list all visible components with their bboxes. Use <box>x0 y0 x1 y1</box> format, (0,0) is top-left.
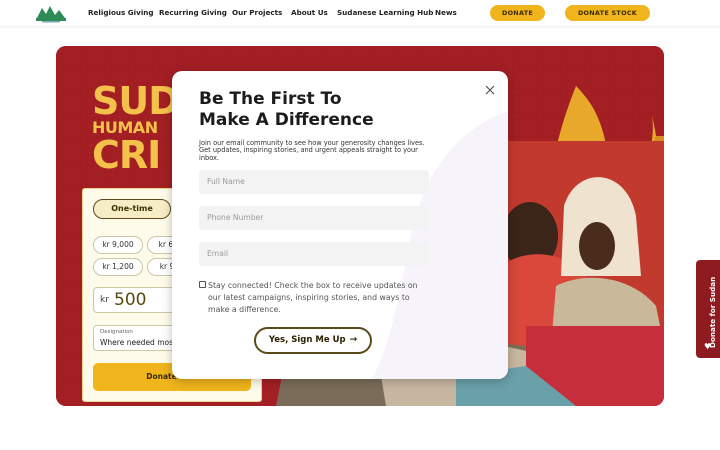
amount-option[interactable]: kr 9,000 <box>93 236 143 254</box>
email-input[interactable]: Email <box>199 242 429 266</box>
modal-title-line-1: Be The First To <box>199 89 342 109</box>
subscribe-checkbox[interactable] <box>199 281 206 288</box>
nav-news[interactable]: News <box>435 8 457 17</box>
arrow-right-icon: → <box>349 335 358 345</box>
designation-label: Designation <box>100 329 133 335</box>
sign-up-button[interactable]: Yes, Sign Me Up → <box>254 327 372 354</box>
heart-icon: ♥ <box>704 342 712 351</box>
subscribe-checkbox-row: Stay connected! Check the box to receive… <box>199 280 429 316</box>
donate-stock-button[interactable]: DONATE STOCK <box>565 5 650 21</box>
currency-label: kr <box>100 295 109 305</box>
newsletter-modal: Be The First To Make A Difference Join o… <box>172 71 508 379</box>
subscribe-checkbox-label[interactable]: Stay connected! Check the box to receive… <box>199 280 429 316</box>
modal-title-line-2: Make A Difference <box>199 110 374 130</box>
nav-recurring-giving[interactable]: Recurring Giving <box>159 8 227 17</box>
full-name-input[interactable]: Full Name <box>199 170 429 194</box>
hero-title-line-1: SUD <box>92 79 180 123</box>
phone-number-input[interactable]: Phone Number <box>199 206 429 230</box>
modal-title: Be The First To Make A Difference <box>199 89 429 131</box>
frequency-one-time-button[interactable]: One-time <box>93 199 171 219</box>
amount-value: 500 <box>114 290 147 310</box>
amount-option[interactable]: kr 1,200 <box>93 258 143 276</box>
nav-about-us[interactable]: About Us <box>291 8 328 17</box>
modal-description: Join our email community to see how your… <box>199 139 425 162</box>
hero-title: SUD HUMAN CRI <box>92 79 180 177</box>
page: Religious Giving Recurring Giving Our Pr… <box>0 0 720 450</box>
nav-religious-giving[interactable]: Religious Giving <box>88 8 154 17</box>
donate-button[interactable]: DONATE <box>490 5 545 21</box>
sign-up-label: Yes, Sign Me Up <box>268 335 346 345</box>
nav-sudanese-learning-hub[interactable]: Sudanese Learning Hub <box>337 8 433 17</box>
donate-for-sudan-tab[interactable]: Donate for Sudan ♥ <box>696 260 720 358</box>
logo-icon[interactable] <box>34 2 68 24</box>
side-tab-label: Donate for Sudan <box>708 276 717 348</box>
close-icon[interactable] <box>484 84 496 96</box>
hero-title-line-3: CRI <box>92 133 161 177</box>
nav-our-projects[interactable]: Our Projects <box>232 8 282 17</box>
top-navigation: Religious Giving Recurring Giving Our Pr… <box>0 0 720 26</box>
designation-value: Where needed most <box>100 338 176 347</box>
